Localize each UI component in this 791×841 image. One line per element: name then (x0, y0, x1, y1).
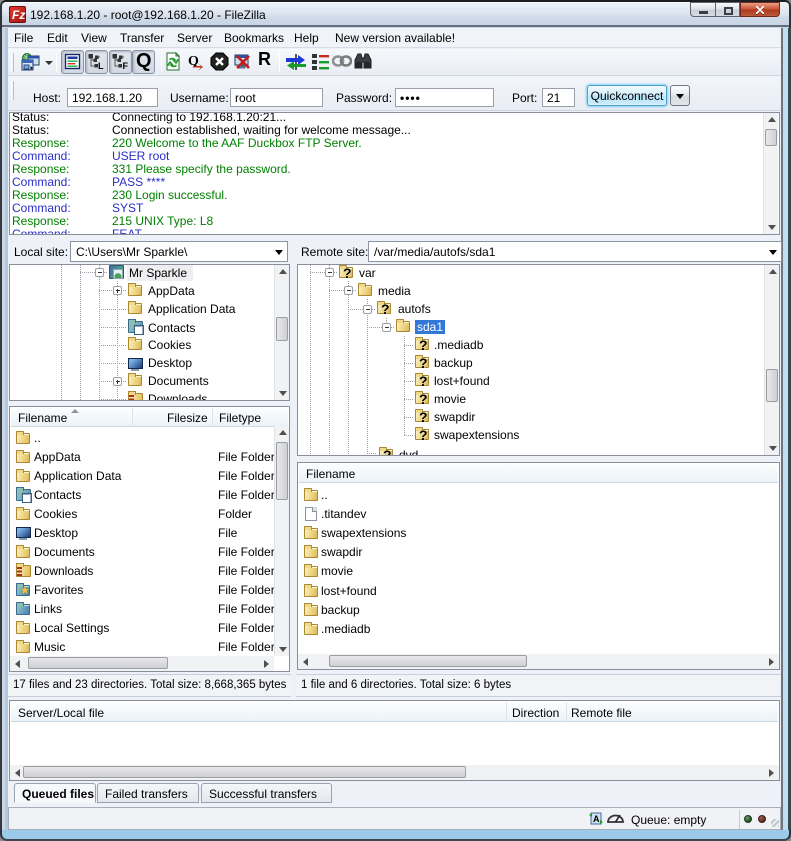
svg-text:L: L (98, 61, 104, 71)
svg-text:A: A (593, 814, 600, 824)
svg-text:F: F (123, 61, 129, 71)
